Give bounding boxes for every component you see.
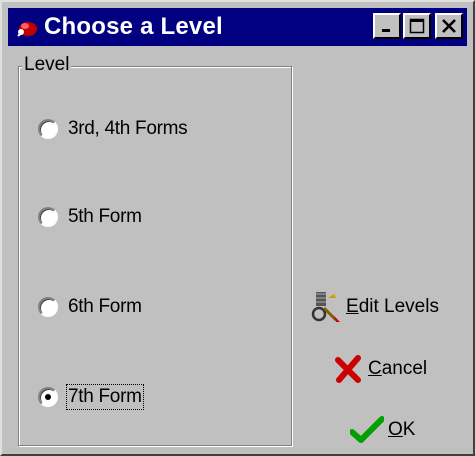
minimize-icon xyxy=(382,29,390,32)
radio-option-7th-form[interactable]: 7th Form xyxy=(38,384,144,410)
radio-button[interactable] xyxy=(38,297,58,317)
green-check-icon xyxy=(350,416,384,443)
cancel-button[interactable]: Cancel xyxy=(334,354,427,384)
radio-label: 7th Form xyxy=(66,384,144,410)
radio-selected-dot xyxy=(45,394,51,400)
radio-label: 3rd, 4th Forms xyxy=(68,118,188,139)
minimize-button[interactable] xyxy=(373,13,401,39)
edit-levels-button[interactable]: Edit Levels xyxy=(310,290,439,324)
maximize-icon xyxy=(409,18,425,34)
close-icon xyxy=(442,19,456,33)
ok-button[interactable]: OK xyxy=(350,416,415,444)
red-x-icon xyxy=(335,355,361,383)
ok-label: OK xyxy=(388,419,416,440)
edit-levels-label: Edit Levels xyxy=(346,296,439,317)
edit-levels-icon xyxy=(311,292,340,322)
radio-option-6th-form[interactable]: 6th Form xyxy=(38,296,142,318)
title-bar[interactable]: Choose a Level xyxy=(8,8,467,46)
radio-label: 5th Form xyxy=(68,206,142,227)
radio-option-3rd-4th-forms[interactable]: 3rd, 4th Forms xyxy=(38,118,188,140)
radio-option-5th-form[interactable]: 5th Form xyxy=(38,206,142,228)
app-icon xyxy=(17,22,37,37)
radio-label: 6th Form xyxy=(68,296,142,317)
cancel-label: Cancel xyxy=(368,358,428,379)
radio-button[interactable] xyxy=(38,207,58,227)
radio-button[interactable] xyxy=(38,387,58,407)
group-label: Level xyxy=(22,54,72,76)
close-button[interactable] xyxy=(435,13,463,39)
radio-button[interactable] xyxy=(38,119,58,139)
window-title: Choose a Level xyxy=(44,13,223,40)
dialog-window: Choose a Level Level 3rd, 4th Forms 5th … xyxy=(0,0,475,456)
maximize-button[interactable] xyxy=(403,13,431,39)
